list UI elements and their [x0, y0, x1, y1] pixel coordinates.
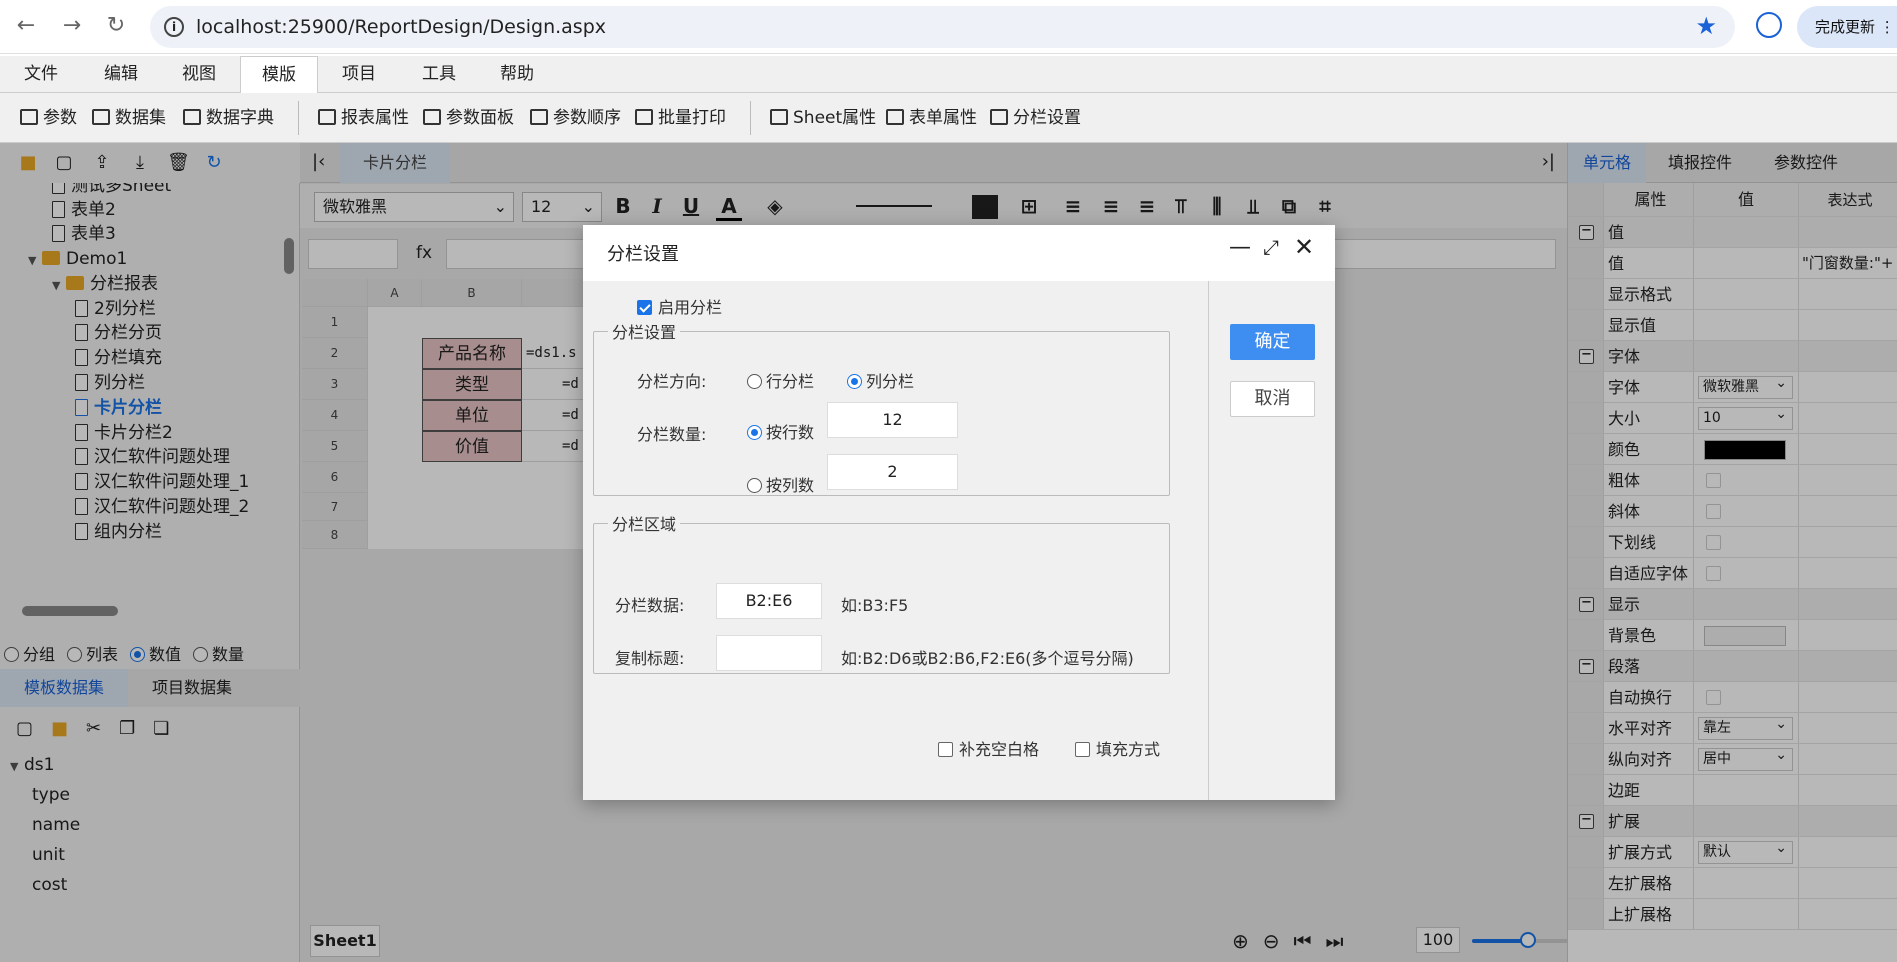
group-legend: 分栏区域: [612, 515, 677, 534]
table-icon: [92, 109, 110, 125]
radio-label: 行分栏: [766, 372, 815, 391]
checkbox-label: 填充方式: [1096, 740, 1161, 759]
sliders-icon: [20, 109, 38, 125]
toolbar: 参数 数据集 数据字典 报表属性 参数面板 参数顺序 批量打印 Sheet属性 …: [0, 93, 1897, 143]
checkbox-icon: [1075, 742, 1090, 757]
toolbar-sheet-props-button[interactable]: Sheet属性: [770, 107, 876, 129]
form-icon: [886, 109, 904, 125]
minimize-icon[interactable]: —: [1229, 235, 1251, 260]
radio-by-cols[interactable]: 按列数: [747, 472, 814, 496]
toolbar-label: 参数面板: [446, 108, 514, 128]
profile-icon[interactable]: [1756, 12, 1782, 38]
radio-label: 按列数: [766, 476, 815, 495]
radio-by-rows[interactable]: 按行数: [747, 419, 814, 443]
ok-button[interactable]: 确定: [1230, 324, 1315, 360]
radio-icon: [847, 374, 862, 389]
toolbar-label: Sheet属性: [793, 108, 877, 128]
group-legend: 分栏设置: [612, 323, 677, 342]
toolbar-batch-print-button[interactable]: 批量打印: [635, 107, 726, 129]
menu-file[interactable]: 文件: [2, 56, 80, 93]
update-button[interactable]: 完成更新 ⋮: [1797, 6, 1897, 48]
checkbox-icon: [938, 742, 953, 757]
columns-icon: [990, 109, 1008, 125]
back-icon[interactable]: ←: [12, 13, 40, 41]
address-bar[interactable]: i localhost:25900/ReportDesign/Design.as…: [150, 6, 1735, 48]
toolbar-label: 表单属性: [909, 108, 977, 128]
menu-help[interactable]: 帮助: [478, 56, 556, 93]
toolbar-label: 报表属性: [341, 108, 409, 128]
rows-count-input[interactable]: 12: [827, 402, 958, 438]
forward-icon[interactable]: →: [58, 13, 86, 41]
toolbar-param-panel-button[interactable]: 参数面板: [423, 107, 514, 129]
close-icon[interactable]: ✕: [1294, 233, 1314, 261]
info-icon[interactable]: i: [164, 17, 184, 37]
order-icon: [530, 109, 548, 125]
count-label: 分栏数量:: [637, 425, 707, 444]
column-settings-dialog: 分栏设置 — ⤢ ✕ 启用分栏 分栏设置 分栏方向: 行分栏 列分栏 分栏数量:…: [583, 225, 1335, 800]
reload-icon[interactable]: ↻: [102, 13, 130, 41]
radio-col-columns[interactable]: 列分栏: [847, 368, 914, 392]
browser-bar: ← → ↻ i localhost:25900/ReportDesign/Des…: [0, 0, 1897, 54]
dictionary-icon: [183, 109, 201, 125]
checkbox-label: 启用分栏: [658, 298, 723, 317]
print-icon: [635, 109, 653, 125]
radio-icon: [747, 425, 762, 440]
menu-project[interactable]: 项目: [320, 56, 398, 93]
checkbox-icon: [637, 300, 652, 315]
radio-icon: [747, 374, 762, 389]
radio-label: 列分栏: [866, 372, 915, 391]
toolbar-label: 批量打印: [658, 108, 726, 128]
toolbar-label: 数据字典: [206, 108, 274, 128]
maximize-icon[interactable]: ⤢: [1263, 235, 1279, 259]
toolbar-column-settings-button[interactable]: 分栏设置: [990, 107, 1081, 129]
copy-title-input[interactable]: [716, 635, 822, 671]
toolbar-dataset-button[interactable]: 数据集: [92, 107, 166, 129]
checkbox-label: 补充空白格: [959, 740, 1040, 759]
toolbar-report-props-button[interactable]: 报表属性: [318, 107, 409, 129]
data-range-hint: 如:B3:F5: [841, 596, 909, 615]
menu-view[interactable]: 视图: [160, 56, 238, 93]
sheet-icon: [770, 109, 788, 125]
menu-template[interactable]: 模版: [240, 56, 318, 93]
data-range-input[interactable]: B2:E6: [716, 583, 822, 619]
radio-label: 按行数: [766, 423, 815, 442]
menu-tools[interactable]: 工具: [400, 56, 478, 93]
toolbar-dictionary-button[interactable]: 数据字典: [183, 107, 274, 129]
toolbar-divider: [750, 101, 751, 135]
cancel-button[interactable]: 取消: [1230, 381, 1315, 417]
update-label: 完成更新: [1815, 18, 1876, 36]
toolbar-divider: [298, 101, 299, 135]
radio-icon: [747, 478, 762, 493]
direction-label: 分栏方向:: [637, 372, 707, 391]
toolbar-label: 参数: [43, 108, 77, 128]
enable-columns-checkbox[interactable]: 启用分栏: [637, 294, 722, 318]
radio-row-columns[interactable]: 行分栏: [747, 368, 814, 392]
toolbar-label: 参数顺序: [553, 108, 621, 128]
toolbar-form-props-button[interactable]: 表单属性: [886, 107, 977, 129]
fill-blank-checkbox[interactable]: 补充空白格: [938, 736, 1039, 760]
cols-count-input[interactable]: 2: [827, 454, 958, 490]
url-text: localhost:25900/ReportDesign/Design.aspx: [196, 16, 607, 38]
report-icon: [318, 109, 336, 125]
copy-title-hint: 如:B2:D6或B2:B6,F2:E6(多个逗号分隔): [841, 649, 1134, 668]
menubar: 文件 编辑 视图 模版 项目 工具 帮助: [0, 56, 1897, 93]
toolbar-param-order-button[interactable]: 参数顺序: [530, 107, 621, 129]
toolbar-label: 数据集: [115, 108, 166, 128]
bookmark-star-icon[interactable]: ★: [1695, 12, 1717, 40]
copy-title-label: 复制标题:: [615, 649, 685, 668]
menu-edit[interactable]: 编辑: [82, 56, 160, 93]
panel-icon: [423, 109, 441, 125]
data-range-label: 分栏数据:: [615, 596, 685, 615]
toolbar-label: 分栏设置: [1013, 108, 1081, 128]
dialog-actions: 确定 取消: [1209, 281, 1335, 800]
toolbar-params-button[interactable]: 参数: [20, 107, 77, 129]
fill-mode-checkbox[interactable]: 填充方式: [1075, 736, 1160, 760]
dialog-title: 分栏设置: [607, 244, 679, 265]
dialog-body: 启用分栏 分栏设置 分栏方向: 行分栏 列分栏 分栏数量: 按行数 12 按列数…: [583, 281, 1209, 800]
